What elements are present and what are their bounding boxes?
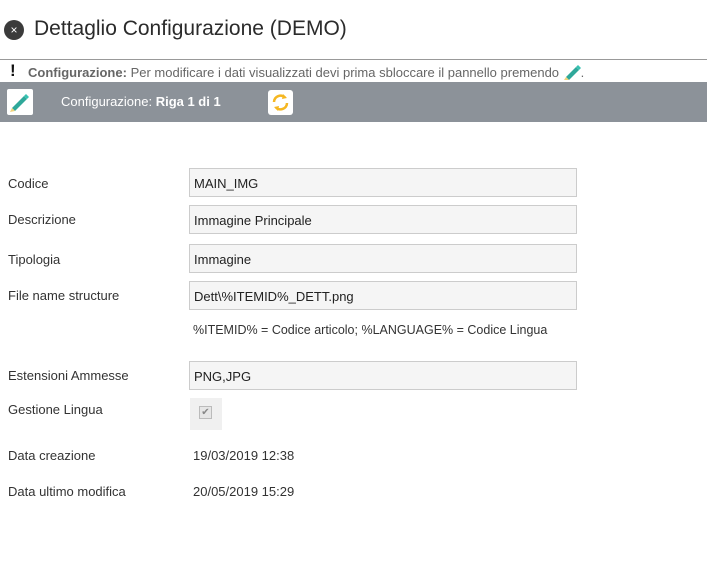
lock-notice: ! Configurazione: Per modificare i dati … (0, 61, 707, 81)
descrizione-label: Descrizione (8, 212, 76, 227)
file-name-label: File name structure (8, 288, 120, 303)
file-name-field[interactable]: Dett\%ITEMID%_DETT.png (189, 281, 577, 310)
data-modifica-label: Data ultimo modifica (8, 484, 126, 499)
page-title: Dettaglio Configurazione (DEMO) (34, 17, 347, 40)
tipologia-label: Tipologia (8, 252, 61, 267)
data-modifica-value: 20/05/2019 15:29 (193, 484, 295, 499)
record-indicator: Configurazione: Riga 1 di 1 (61, 94, 221, 109)
notice-suffix: . (580, 65, 585, 80)
gestione-lingua-label: Gestione Lingua (8, 402, 103, 417)
data-creazione-label: Data creazione (8, 448, 96, 463)
record-position: Riga 1 di 1 (155, 94, 221, 109)
file-name-hint: %ITEMID% = Codice articolo; %LANGUAGE% =… (193, 323, 548, 337)
record-prefix: Configurazione: (61, 94, 153, 109)
gestione-lingua-checkbox[interactable]: ✔ (199, 406, 212, 419)
codice-field[interactable]: MAIN_IMG (189, 168, 577, 197)
notice-text-wrap: Configurazione: Per modificare i dati vi… (28, 64, 584, 83)
estensioni-label: Estensioni Ammesse (8, 368, 129, 383)
refresh-icon[interactable] (268, 90, 293, 115)
pencil-icon (563, 64, 581, 83)
close-icon[interactable]: × (10, 23, 17, 37)
data-creazione-value: 19/03/2019 12:38 (193, 448, 295, 463)
edit-button[interactable] (7, 89, 33, 115)
refresh-button[interactable] (268, 90, 293, 115)
warning-icon: ! (10, 61, 16, 80)
descrizione-field[interactable]: Immagine Principale (189, 205, 577, 234)
codice-label: Codice (8, 176, 49, 191)
estensioni-field[interactable]: PNG,JPG (189, 361, 577, 390)
tipologia-field[interactable]: Immagine (189, 244, 577, 273)
record-toolbar: Configurazione: Riga 1 di 1 (0, 82, 707, 122)
notice-label: Configurazione: (28, 65, 127, 80)
header-divider (0, 59, 707, 60)
pencil-icon[interactable] (7, 89, 33, 115)
dialog-header: × Dettaglio Configurazione (DEMO) (0, 0, 707, 60)
close-button[interactable]: × (4, 20, 24, 40)
notice-text: Per modificare i dati visualizzati devi … (130, 65, 560, 80)
gestione-lingua-checkbox-wrap: ✔ (190, 398, 222, 430)
